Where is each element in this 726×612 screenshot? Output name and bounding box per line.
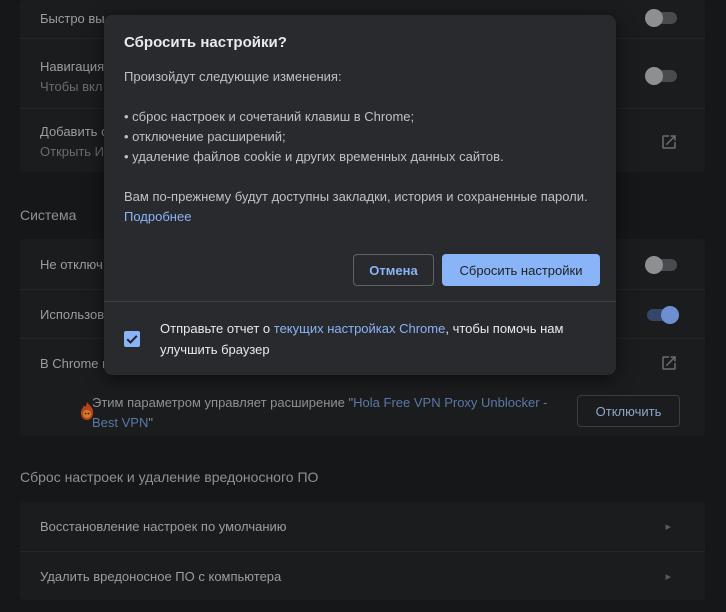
cancel-button[interactable]: Отмена — [353, 254, 434, 286]
setting-row-title: Использов — [40, 307, 105, 322]
change-item: • отключение расширений; — [124, 129, 286, 144]
setting-row-restore-defaults[interactable]: Восстановление настроек по умолчанию ▸ — [20, 502, 705, 551]
change-item: • удаление файлов cookie и других времен… — [124, 149, 504, 164]
setting-row-title: Удалить вредоносное ПО с компьютера — [40, 569, 282, 584]
open-in-new-icon[interactable] — [660, 354, 678, 372]
send-report-checkbox[interactable] — [124, 331, 140, 347]
send-report-label: Отправьте отчет о текущих настройках Chr… — [160, 321, 564, 357]
setting-row-title: Быстро вы — [40, 11, 105, 26]
dialog-body: Произойдут следующие изменения: • сброс … — [124, 67, 602, 227]
reset-settings-button[interactable]: Сбросить настройки — [442, 254, 600, 286]
reset-settings-dialog: Сбросить настройки? Произойдут следующие… — [104, 15, 616, 375]
setting-row-title: Навигация — [40, 59, 105, 74]
setting-row-subtitle: Открыть И — [40, 144, 105, 159]
checkmark-icon — [126, 335, 138, 344]
toggle-switch[interactable] — [645, 67, 677, 85]
learn-more-link[interactable]: Подробнее — [124, 209, 191, 224]
toggle-switch[interactable] — [645, 9, 677, 27]
setting-row-title: В Chrome и — [40, 356, 110, 371]
section-title-reset: Сброс настроек и удаление вредоносного П… — [20, 469, 319, 485]
setting-row-subtitle: Чтобы вкл — [40, 79, 103, 94]
disable-extension-button[interactable]: Отключить — [577, 395, 680, 427]
dialog-divider — [104, 301, 616, 302]
change-item: • сброс настроек и сочетаний клавиш в Ch… — [124, 109, 415, 124]
section-title-system: Система — [20, 207, 77, 223]
setting-row-title: Добавить с — [40, 124, 108, 139]
open-in-new-icon[interactable] — [660, 133, 678, 151]
dialog-intro: Произойдут следующие изменения: — [124, 69, 342, 84]
toggle-switch[interactable] — [645, 256, 677, 274]
toggle-switch[interactable] — [647, 306, 679, 324]
dialog-note: Вам по-прежнему будут доступны закладки,… — [124, 189, 588, 204]
setting-row-title: Восстановление настроек по умолчанию — [40, 519, 287, 534]
chevron-right-icon: ▸ — [665, 571, 671, 583]
chevron-right-icon: ▸ — [665, 521, 671, 533]
setting-row-title: Не отключ — [40, 257, 103, 272]
managed-by-extension-text: Этим параметром управляет расширение "Ho… — [92, 395, 548, 430]
dialog-title: Сбросить настройки? — [124, 34, 287, 51]
current-settings-link[interactable]: текущих настройках Chrome — [274, 321, 446, 336]
settings-card-reset: Восстановление настроек по умолчанию ▸ У… — [20, 502, 705, 600]
setting-row-cleanup[interactable]: Удалить вредоносное ПО с компьютера ▸ — [20, 551, 705, 601]
